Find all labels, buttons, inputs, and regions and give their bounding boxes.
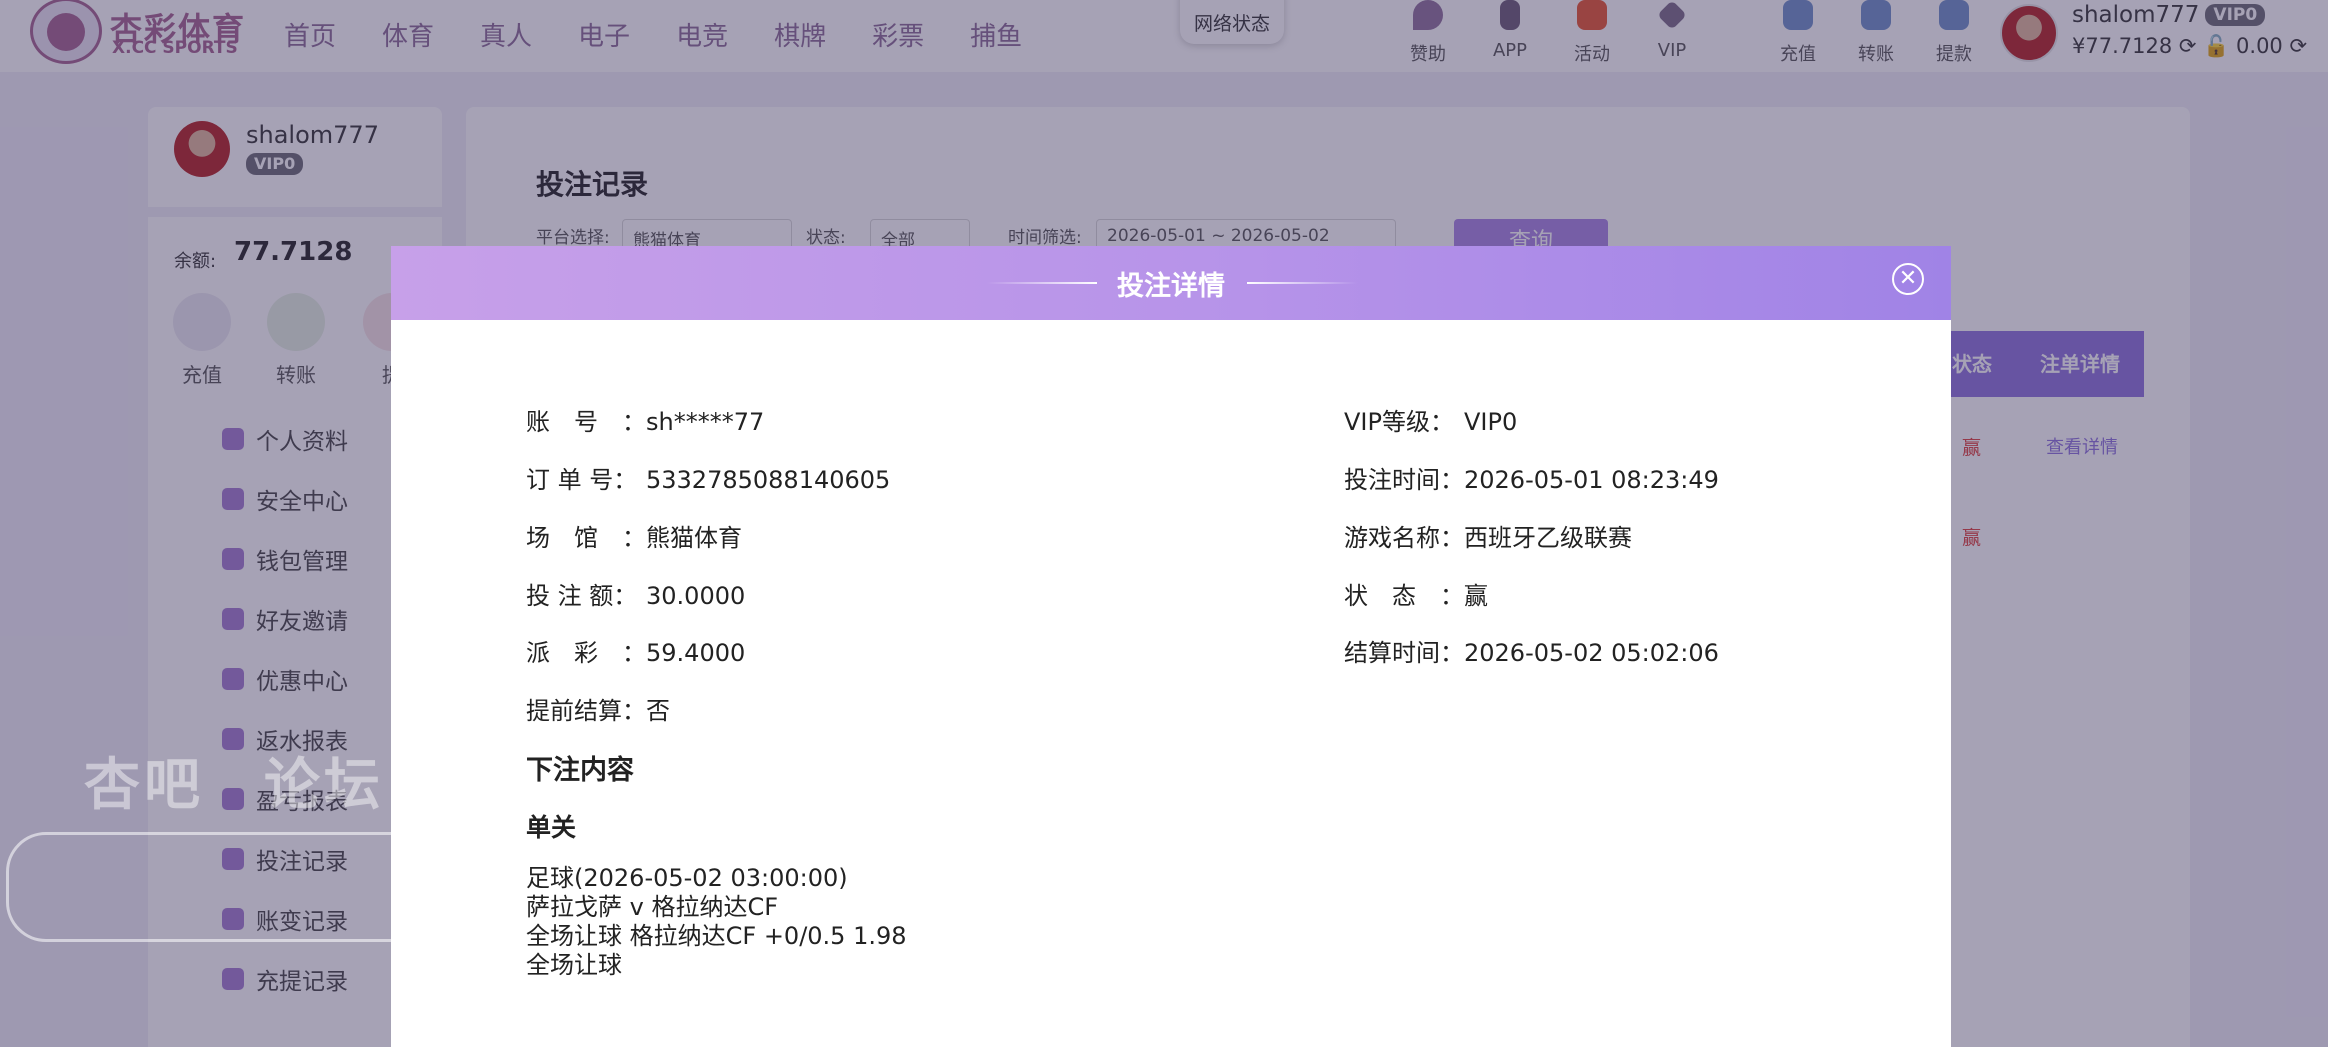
bet-sport-time: 足球(2026-05-02 03:00:00) — [526, 864, 848, 892]
modal-header: 投注详情 ✕ — [391, 246, 1951, 320]
field-order-number: 订 单 号： 5332785088140605 — [526, 460, 890, 495]
field-value: 59.4000 — [646, 639, 746, 667]
field-label: 结算时间： — [1344, 639, 1464, 667]
field-status: 状 态 ：赢 — [1344, 576, 1488, 611]
bet-match: 萨拉戈萨 v 格拉纳达CF — [526, 893, 779, 921]
field-value: 2026-05-01 08:23:49 — [1464, 466, 1719, 494]
field-label: 投 注 额： — [526, 582, 638, 610]
field-value: VIP0 — [1464, 408, 1518, 436]
field-game-name: 游戏名称：西班牙乙级联赛 — [1344, 518, 1632, 553]
field-vip-level: VIP等级： VIP0 — [1344, 402, 1517, 437]
field-label: 派 彩 ： — [526, 639, 646, 667]
field-value: 30.0000 — [646, 582, 746, 610]
modal-title: 投注详情 — [1117, 271, 1225, 302]
bet-market: 全场让球 — [526, 951, 622, 979]
field-stake: 投 注 额： 30.0000 — [526, 576, 745, 611]
field-payout: 派 彩 ：59.4000 — [526, 633, 745, 668]
bet-content: 足球(2026-05-02 03:00:00) 萨拉戈萨 v 格拉纳达CF 全场… — [526, 864, 907, 980]
close-icon[interactable]: ✕ — [1892, 263, 1924, 295]
field-label: 投注时间： — [1344, 466, 1464, 494]
field-value: 2026-05-02 05:02:06 — [1464, 639, 1719, 667]
field-value: sh*****77 — [646, 408, 765, 436]
field-label: VIP等级： — [1344, 408, 1454, 436]
field-value: 赢 — [1464, 582, 1488, 610]
field-label: 订 单 号： — [526, 466, 638, 494]
field-account: 账 号 ：sh*****77 — [526, 402, 764, 437]
field-label: 账 号 ： — [526, 408, 646, 436]
watermark-text: 杏吧 论坛 — [84, 753, 384, 818]
bet-detail-modal: 投注详情 ✕ 账 号 ：sh*****77 订 单 号： 533278508814… — [391, 246, 1951, 1047]
bet-selection: 全场让球 格拉纳达CF +0/0.5 1.98 — [526, 922, 907, 950]
field-label: 状 态 ： — [1344, 582, 1464, 610]
field-value: 否 — [646, 697, 670, 725]
field-bet-time: 投注时间：2026-05-01 08:23:49 — [1344, 460, 1719, 495]
field-label: 提前结算： — [526, 697, 646, 725]
field-settlement-time: 结算时间：2026-05-02 05:02:06 — [1344, 633, 1719, 668]
field-label: 场 馆 ： — [526, 524, 646, 552]
field-early-settlement: 提前结算：否 — [526, 691, 670, 726]
field-label: 游戏名称： — [1344, 524, 1464, 552]
field-value: 5332785088140605 — [646, 466, 891, 494]
bet-type-heading: 单关 — [526, 813, 577, 842]
field-value: 熊猫体育 — [646, 524, 742, 552]
field-venue: 场 馆 ：熊猫体育 — [526, 518, 742, 553]
bet-content-heading: 下注内容 — [526, 755, 634, 786]
field-value: 西班牙乙级联赛 — [1464, 524, 1632, 552]
